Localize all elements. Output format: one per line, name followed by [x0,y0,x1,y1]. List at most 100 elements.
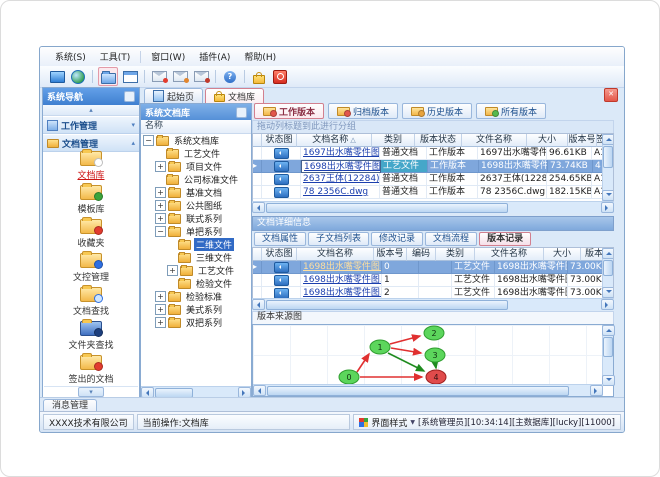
lock-icon[interactable] [250,68,268,85]
pin-icon[interactable] [236,106,247,118]
graph-node-0[interactable]: 0 [338,369,360,385]
expand-icon[interactable] [155,187,166,198]
table-vertical-scrollbar[interactable] [601,248,613,298]
doc-name-link[interactable]: 1697出水嘴零件图.dwg [303,147,379,159]
expand-icon[interactable] [155,161,166,172]
table-row[interactable]: 2637王体(12284).dwg 普通文档 工作版本 2637王体(12284… [253,173,613,186]
table-row[interactable]: 1697出水嘴零件图.dwg 普通文档 工作版本 1697出水嘴零件图.dwg … [253,147,613,160]
graph-vertical-scrollbar[interactable] [601,325,615,386]
graph-node-3[interactable]: 3 [424,347,446,363]
sidebar-item-doc-control[interactable]: 文控管理 [44,251,138,285]
menu-help[interactable]: 帮助(H) [237,48,283,65]
collapse-icon[interactable] [155,226,166,237]
scroll-thumb[interactable] [603,146,613,168]
doc-name-link[interactable]: 78 2356C.dwg [303,186,368,198]
doc-name-link[interactable]: 1698出水嘴零件图.dwg [303,274,381,286]
tree-column-header[interactable]: 名称 [141,120,251,134]
table-vertical-scrollbar[interactable] [601,134,613,201]
graph-node-4[interactable]: 4 [425,369,447,385]
scroll-thumb[interactable] [266,202,508,213]
nav-group-work[interactable]: 工作管理 [43,116,139,134]
column-header[interactable]: 版本号 [568,134,597,147]
scroll-thumb[interactable] [603,337,613,357]
scroll-right-icon[interactable] [590,385,603,396]
scroll-up-icon[interactable] [601,134,613,145]
tree-node-selected[interactable]: 二维文件 [141,238,251,251]
tab-archived-version[interactable]: 归档版本 [328,103,399,119]
nav-expand-button[interactable] [78,387,104,397]
column-header[interactable]: 版本号 [374,248,407,261]
tab-modify-records[interactable]: 修改记录 [371,232,424,246]
column-header[interactable]: 编码 [407,248,436,261]
interface-style-dropdown[interactable]: 界面样式 [系统管理员][10:34:14][主数据库][lucky][1100… [353,414,621,430]
column-header[interactable]: 大小 [527,134,568,147]
help-icon[interactable] [221,68,239,85]
table-row[interactable]: 78 2356C.dwg 普通文档 工作版本 78 2356C.dwg 182.… [253,186,613,199]
tree-node[interactable]: 美式系列 [141,303,251,316]
open-folder-icon[interactable] [98,67,118,86]
table-row[interactable]: 1698出水嘴零件图.dwg 1 工艺文件 1698出水嘴零件图.dwg 73.… [253,274,613,287]
tree-node[interactable]: 工艺文件 [141,264,251,277]
column-header[interactable]: 状态图 [262,248,297,261]
tree-node[interactable]: 单把系列 [141,225,251,238]
desktop-icon[interactable] [48,68,66,85]
mail-new-icon[interactable] [150,68,168,85]
column-header[interactable]: 类别 [436,248,475,261]
tree-node[interactable]: 联式系列 [141,212,251,225]
scroll-thumb[interactable] [603,260,613,276]
tab-doc-library[interactable]: 文档库 [205,88,265,103]
sidebar-item-folder-search[interactable]: 文件夹查找 [44,319,138,353]
tab-doc-properties[interactable]: 文档属性 [254,232,307,246]
table-row-selected[interactable]: 1698出水嘴零件图.dwg 工艺文件 工作版本 1698出水嘴零件图.dwg … [253,160,613,173]
sidebar-item-doc-library[interactable]: 文档库 [44,149,138,183]
collapse-icon[interactable] [143,135,154,146]
graph-node-2[interactable]: 2 [423,325,445,341]
tree-node[interactable]: 检验标准 [141,290,251,303]
tab-version-records[interactable]: 版本记录 [479,232,532,246]
column-header[interactable]: 版本状态 [415,134,462,147]
tab-subdoc-list[interactable]: 子文档列表 [308,232,370,246]
sidebar-item-favorites[interactable]: 收藏夹 [44,217,138,251]
expand-icon[interactable] [155,304,166,315]
tree-node[interactable]: 公共图纸 [141,199,251,212]
doc-name-link[interactable]: 1698出水嘴零件图.dwg [304,161,380,172]
pin-icon[interactable] [124,91,135,102]
column-header[interactable]: 文档名称 [297,248,374,261]
tree-node-root[interactable]: 系统文档库 [141,134,251,147]
sidebar-item-checked-out-docs[interactable]: 签出的文档 [44,353,138,386]
table-horizontal-scrollbar[interactable] [252,298,614,310]
menu-tools[interactable]: 工具(T) [93,48,138,65]
scroll-thumb[interactable] [155,387,193,398]
table-row-selected[interactable]: 1698出水嘴零件图.dwg 0 工艺文件 1698出水嘴零件图.dwg 73.… [253,261,613,274]
column-header[interactable]: 状态图 [262,134,297,147]
tree-node[interactable]: 三维文件 [141,251,251,264]
scroll-left-icon[interactable] [252,202,265,213]
nav-collapse-handle[interactable] [43,105,139,116]
tab-doc-flow[interactable]: 文档流程 [425,232,478,246]
table-horizontal-scrollbar[interactable] [252,201,614,213]
power-icon[interactable] [271,68,289,85]
layout-icon[interactable] [121,68,139,85]
scroll-left-icon[interactable] [253,385,266,396]
graph-node-1[interactable]: 1 [369,339,391,355]
group-by-bar[interactable]: 拖动列标题到此进行分组 [252,120,614,134]
scroll-up-icon[interactable] [601,248,613,259]
scroll-down-icon[interactable] [601,190,613,201]
doc-name-link[interactable]: 2637王体(12284).dwg [303,173,379,185]
column-header-sorted[interactable]: 文档名称 [297,134,372,147]
mail-reply-icon[interactable] [171,68,189,85]
tree-node[interactable]: 工艺文件 [141,147,251,160]
scroll-up-icon[interactable] [601,325,615,336]
expand-icon[interactable] [155,291,166,302]
scroll-right-icon[interactable] [601,202,614,213]
column-header[interactable]: 类别 [372,134,415,147]
tree-node[interactable]: 双把系列 [141,316,251,329]
scroll-thumb[interactable] [266,299,508,310]
mail-delete-icon[interactable] [192,68,210,85]
tab-history-version[interactable]: 历史版本 [402,103,473,119]
menu-window[interactable]: 窗口(W) [144,48,192,65]
sidebar-item-template-library[interactable]: 模板库 [44,183,138,217]
sidebar-item-doc-search[interactable]: 文档查找 [44,285,138,319]
column-header[interactable]: 文件名称 [475,248,544,261]
scroll-down-icon[interactable] [601,287,613,298]
